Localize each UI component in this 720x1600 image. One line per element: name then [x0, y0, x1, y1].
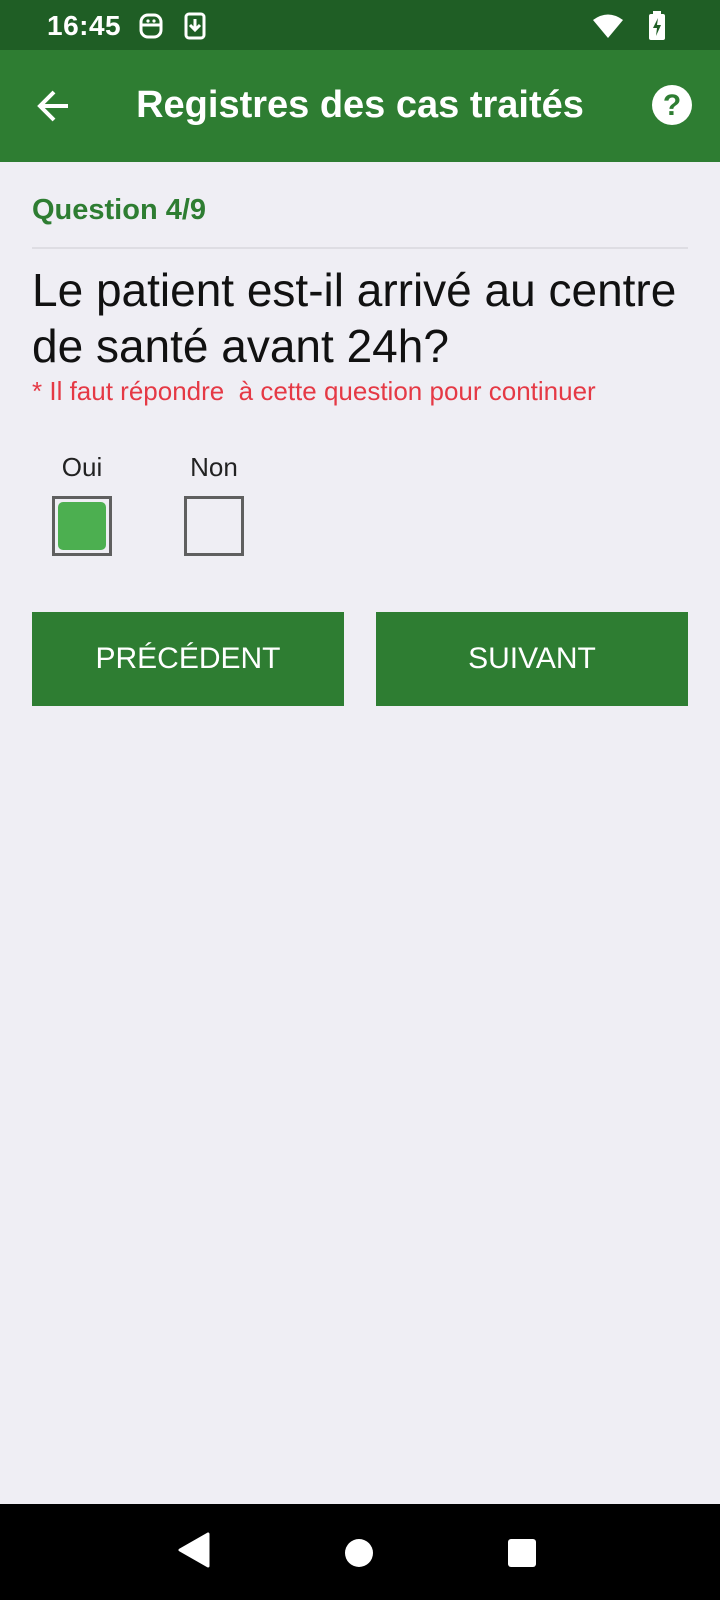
question-text: Le patient est-il arrivé au centre de sa… [32, 264, 677, 372]
checkbox-non[interactable] [184, 496, 244, 556]
notification-face-icon [138, 12, 164, 45]
wifi-icon [592, 13, 624, 44]
option-label: Oui [61, 452, 103, 482]
status-bar: 16:45 [0, 0, 720, 50]
app-title: Registres des cas traités [136, 84, 584, 126]
required-note: * Il faut répondre à cette question pour… [32, 376, 596, 406]
recents-square-icon[interactable] [507, 1538, 537, 1573]
system-nav-bar [0, 1504, 720, 1600]
help-button[interactable]: ? [651, 84, 693, 126]
option-oui: Oui [42, 450, 122, 556]
next-button[interactable]: SUIVANT [376, 612, 688, 706]
screen: 16:45 Registres des cas traités ? Questi… [0, 0, 720, 1600]
app-bar: Registres des cas traités ? [0, 50, 720, 162]
back-triangle-icon[interactable] [178, 1532, 210, 1573]
help-circle-icon: ? [652, 85, 692, 125]
svg-text:?: ? [663, 89, 681, 122]
option-non: Non [174, 450, 254, 556]
download-icon [184, 12, 206, 45]
divider [32, 247, 688, 249]
status-time: 16:45 [47, 10, 122, 41]
option-label: Non [190, 452, 238, 482]
home-circle-icon[interactable] [344, 1538, 374, 1573]
battery-charging-icon [648, 11, 666, 46]
checkbox-oui[interactable] [52, 496, 112, 556]
question-number: Question 4/9 [32, 194, 207, 226]
previous-button[interactable]: PRÉCÉDENT [32, 612, 344, 706]
